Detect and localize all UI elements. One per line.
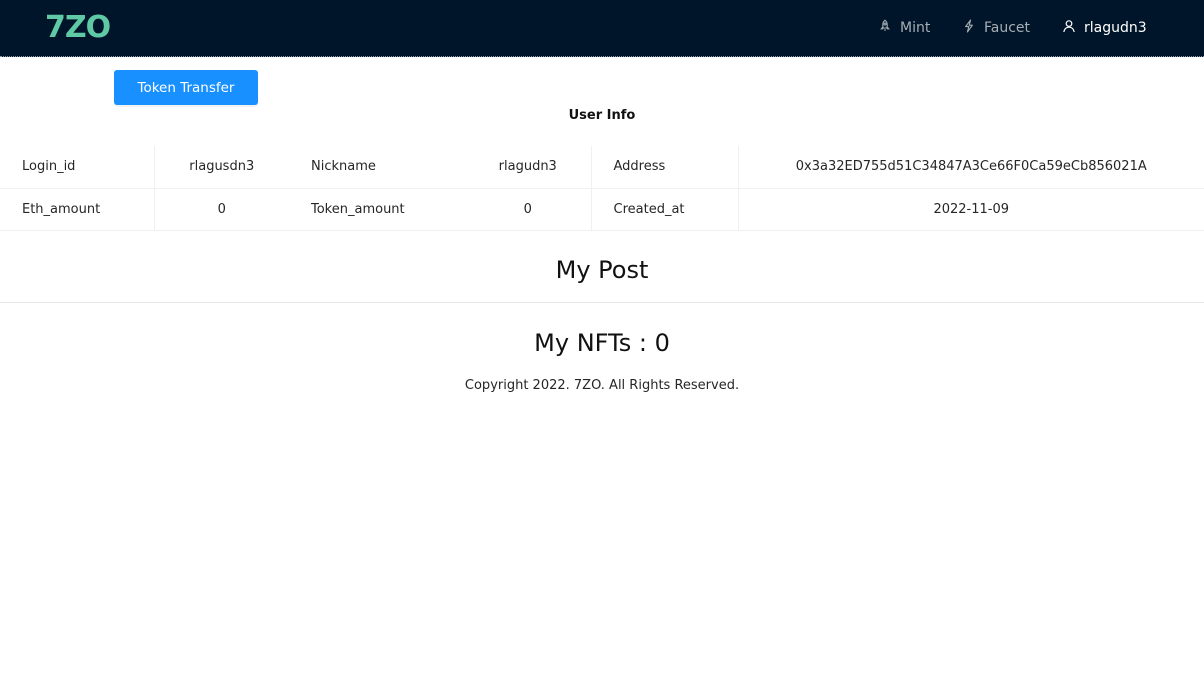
logo[interactable]: 7ZO — [45, 10, 111, 46]
label-token-amount: Token_amount — [289, 188, 465, 231]
token-transfer-button[interactable]: Token Transfer — [114, 70, 258, 105]
value-nickname: rlagudn3 — [465, 146, 592, 189]
my-post-title: My Post — [555, 256, 649, 284]
top-navbar: 7ZO Mint Faucet rlagudn3 — [0, 0, 1204, 57]
label-eth-amount: Eth_amount — [0, 188, 155, 231]
label-login-id: Login_id — [0, 146, 155, 189]
nav-label-faucet: Faucet — [984, 20, 1031, 36]
table-row: Login_id rlagusdn3 Nickname rlagudn3 Add… — [0, 146, 1204, 189]
nav-item-faucet[interactable]: Faucet — [962, 0, 1030, 56]
nav-label-user: rlagudn3 — [1084, 20, 1147, 36]
value-login-id: rlagusdn3 — [154, 146, 289, 189]
table-row: Eth_amount 0 Token_amount 0 Created_at 2… — [0, 188, 1204, 231]
rocket-icon — [878, 19, 892, 37]
value-created-at: 2022-11-09 — [737, 188, 1204, 231]
label-nickname: Nickname — [289, 146, 465, 189]
label-address: Address — [591, 146, 738, 189]
thunderbolt-icon — [962, 19, 976, 37]
value-token-amount: 0 — [465, 188, 592, 231]
nav-item-user[interactable]: rlagudn3 — [1062, 0, 1147, 56]
value-address: 0x3a32ED755d51C34847A3Ce66F0Ca59eCb85602… — [737, 146, 1204, 189]
footer-copyright: Copyright 2022. 7ZO. All Rights Reserved… — [464, 378, 740, 393]
nav-item-mint[interactable]: Mint — [878, 0, 930, 56]
my-nfts-title: My NFTs : 0 — [534, 329, 670, 357]
user-info-title: User Info — [568, 108, 636, 123]
divider — [0, 302, 1204, 303]
user-icon — [1062, 19, 1076, 37]
nav-label-mint: Mint — [900, 20, 931, 36]
user-info-table: Login_id rlagusdn3 Nickname rlagudn3 Add… — [0, 146, 1204, 231]
value-eth-amount: 0 — [154, 188, 289, 231]
label-created-at: Created_at — [591, 188, 738, 231]
